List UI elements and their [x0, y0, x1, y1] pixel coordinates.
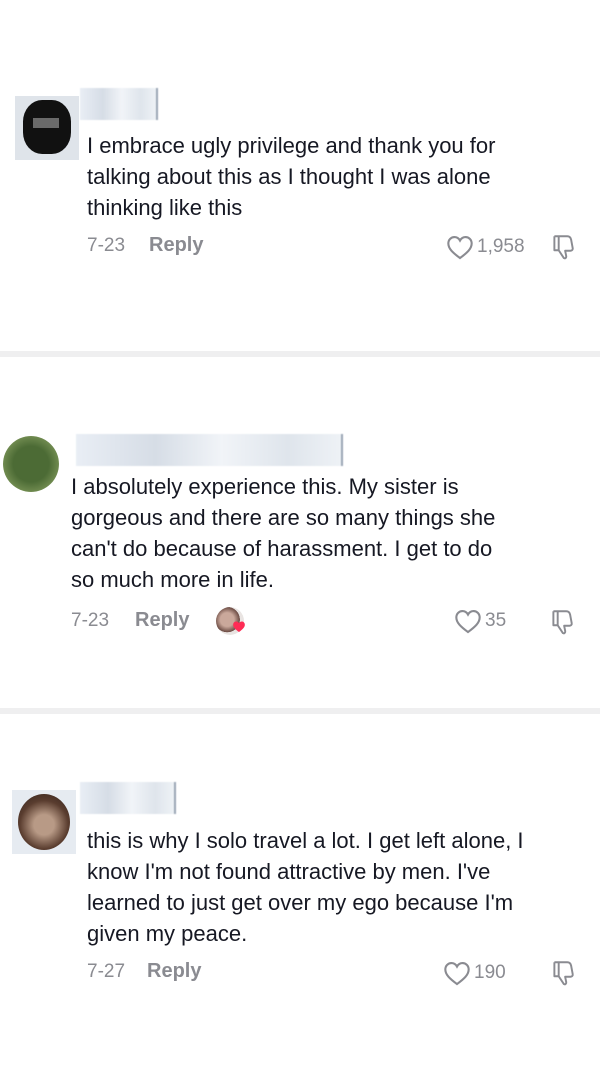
- thumbs-down-icon[interactable]: [549, 608, 575, 636]
- thumbs-down-icon[interactable]: [550, 959, 576, 987]
- username-blurred[interactable]: [80, 88, 158, 120]
- heart-outline-icon: [454, 608, 482, 634]
- comment-text: I absolutely experience this. My sister …: [71, 474, 496, 592]
- avatar[interactable]: [12, 790, 76, 854]
- heart-filled-icon: [232, 620, 246, 634]
- comment-text: I embrace ugly privilege and thank you f…: [87, 133, 496, 220]
- heart-outline-icon: [446, 234, 474, 260]
- username-blurred[interactable]: [76, 434, 343, 466]
- comment-divider: [0, 351, 600, 357]
- comment-date: 7-23: [87, 235, 126, 256]
- like-count: 1,958: [477, 236, 525, 257]
- reply-button[interactable]: Reply: [149, 234, 203, 257]
- username-blurred[interactable]: [80, 782, 176, 814]
- like-count: 35: [485, 610, 507, 631]
- reply-button[interactable]: Reply: [147, 960, 201, 983]
- reply-button[interactable]: Reply: [135, 609, 189, 632]
- thumbs-down-icon[interactable]: [550, 233, 576, 261]
- avatar[interactable]: [3, 436, 59, 492]
- comment-text: this is why I solo travel a lot. I get l…: [87, 828, 524, 946]
- comment-date: 7-27: [87, 961, 126, 982]
- heart-outline-icon: [443, 960, 471, 986]
- comment-date: 7-23: [71, 610, 110, 631]
- like-count: 190: [474, 962, 506, 983]
- comment-divider: [0, 708, 600, 714]
- avatar[interactable]: [15, 96, 79, 160]
- like-button[interactable]: 1,958: [446, 234, 525, 260]
- like-button[interactable]: 35: [454, 608, 506, 634]
- like-button[interactable]: 190: [443, 960, 506, 986]
